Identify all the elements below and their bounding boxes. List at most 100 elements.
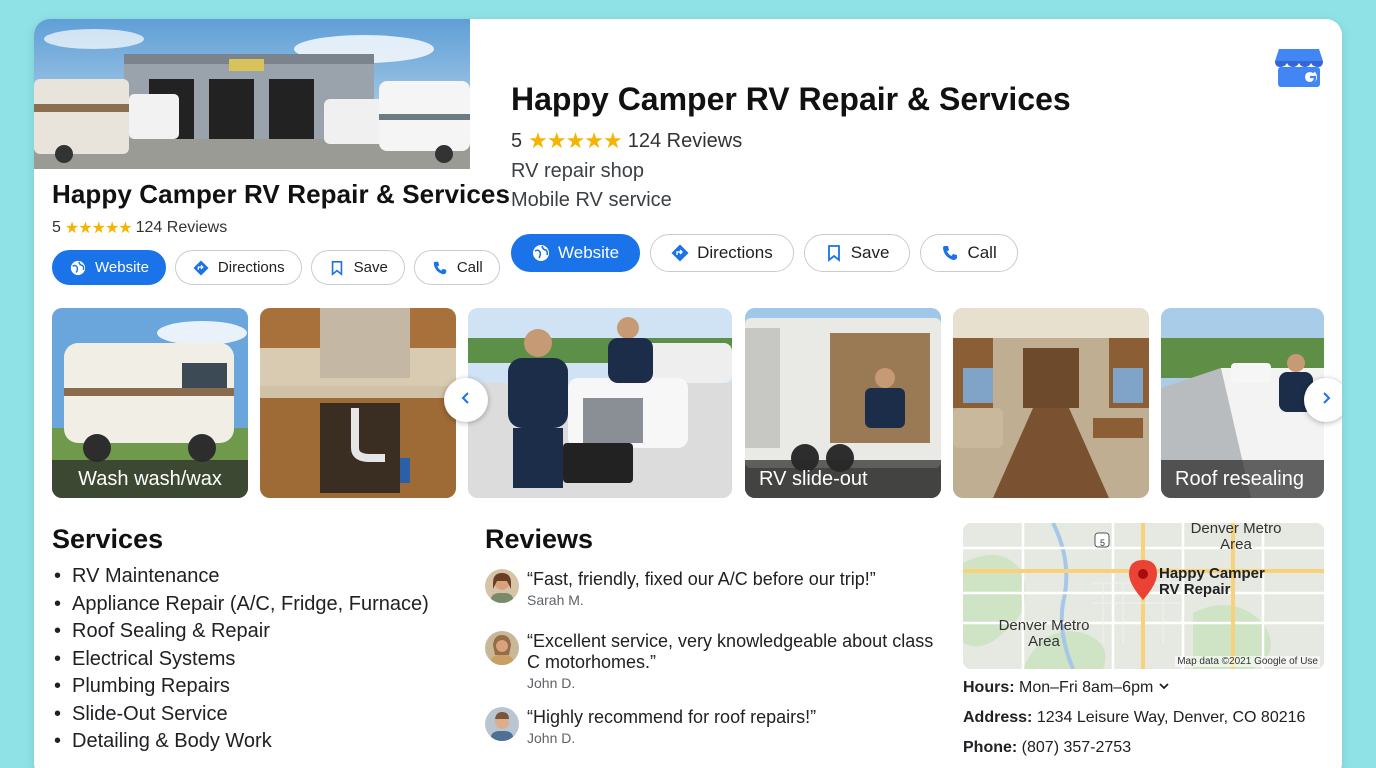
review-item[interactable]: “Excellent service, very knowledgeable a… [485, 631, 945, 691]
business-category: RV repair shop [511, 160, 645, 182]
hours-value: Mon–Fri 8am–6pm [1019, 679, 1154, 697]
review-author: John D. [527, 730, 576, 746]
rating-row: 5 ★★★★★ 124 Reviews [511, 128, 1271, 154]
review-count-link[interactable]: 124 Reviews [136, 219, 228, 237]
review-body: “Highly recommend for roof repairs!” Joh… [527, 707, 816, 746]
map-pin-icon[interactable] [1129, 560, 1157, 600]
rating-row-compact: 5 ★★★★★ 124 Reviews [52, 218, 472, 238]
phone-row: Phone: (807) 357-2753 [963, 739, 1333, 757]
google-business-icon [1274, 45, 1324, 89]
service-item: Slide-Out Service [52, 701, 472, 729]
address-label: Address: [963, 709, 1033, 726]
review-body: “Fast, friendly, fixed our A/C before ou… [527, 569, 876, 608]
directions-button[interactable]: Directions [174, 250, 302, 285]
business-profile-card: Happy Camper RV Repair & Services 5 ★★★★… [34, 19, 1342, 768]
directions-button[interactable]: Directions [650, 234, 794, 272]
review-body: “Excellent service, very knowledgeable a… [527, 631, 945, 691]
bookmark-icon [825, 244, 843, 262]
action-buttons-compact: Website Directions Save Call [52, 250, 500, 285]
review-text: “Fast, friendly, fixed our A/C before ou… [527, 569, 876, 589]
review-item[interactable]: “Highly recommend for roof repairs!” Joh… [485, 707, 945, 746]
call-button[interactable]: Call [413, 250, 500, 285]
review-author: Sarah M. [527, 592, 584, 608]
call-button[interactable]: Call [920, 234, 1018, 272]
review-text: “Excellent service, very knowledgeable a… [527, 631, 934, 672]
website-button-label: Website [558, 243, 620, 262]
services-heading: Services [52, 524, 164, 554]
chevron-left-icon [458, 389, 474, 412]
directions-icon [671, 244, 689, 262]
business-name-compact: Happy Camper RV Repair & Services [52, 179, 511, 209]
phone-icon [941, 244, 959, 262]
photo-carousel: Wash wash/wax RV slide-out Roof resealin… [52, 308, 1342, 498]
photo-rv-slide-out[interactable]: RV slide-out [745, 308, 941, 498]
phone-label: Phone: [963, 739, 1018, 756]
photo-caption: Roof resealing [1161, 460, 1324, 498]
photo-ac-repair[interactable] [468, 308, 732, 498]
hours-row[interactable]: Hours: Mon–Fri 8am–6pm [963, 679, 1333, 697]
services-section: Services RV Maintenance Appliance Repair… [52, 524, 472, 756]
address-value[interactable]: 1234 Leisure Way, Denver, CO 80216 [1037, 709, 1306, 726]
service-item: Detailing & Body Work [52, 728, 472, 756]
rating-value: 5 [52, 219, 61, 236]
address-row: Address: 1234 Leisure Way, Denver, CO 80… [963, 709, 1333, 727]
save-button[interactable]: Save [310, 250, 405, 285]
chevron-right-icon [1318, 389, 1334, 412]
location-map[interactable]: 5 Denver Metro Area Denver Metro Area Ha… [963, 523, 1324, 669]
reviews-heading: Reviews [485, 524, 594, 554]
photo-caption: Wash wash/wax [52, 460, 248, 498]
review-text: “Highly recommend for roof repairs!” [527, 707, 817, 727]
save-button[interactable]: Save [803, 234, 911, 272]
avatar [485, 707, 519, 741]
bookmark-icon [328, 259, 346, 277]
photo-rv-wash[interactable]: Wash wash/wax [52, 308, 248, 498]
star-rating-icon: ★★★★★ [64, 220, 133, 237]
business-name: Happy Camper RV Repair & Services [511, 81, 1071, 117]
photo-kitchen-plumbing[interactable] [260, 308, 456, 498]
review-count-link[interactable]: 124 Reviews [628, 130, 743, 153]
avatar [485, 569, 519, 603]
service-item: Roof Sealing & Repair [52, 618, 472, 646]
call-button-label: Call [456, 259, 483, 276]
star-rating-icon: ★★★★★ [528, 128, 623, 153]
rating-value: 5 [511, 129, 523, 152]
map-area-label: Denver Metro Area [1190, 523, 1282, 553]
website-button[interactable]: Website [52, 250, 166, 285]
globe-icon [532, 244, 550, 262]
service-item: Plumbing Repairs [52, 673, 472, 701]
avatar [485, 631, 519, 665]
compact-header: Happy Camper RV Repair & Services 5 ★★★★… [52, 179, 511, 238]
photo-roof-resealing[interactable]: Roof resealing [1161, 308, 1324, 498]
chevron-down-icon[interactable] [1158, 679, 1170, 697]
website-button-label: Website [95, 259, 149, 276]
road-shield-label: 5 [1100, 538, 1106, 548]
photo-caption: RV slide-out [745, 460, 941, 498]
map-area-label: Denver Metro Area [998, 617, 1090, 650]
business-hero-photo[interactable] [34, 19, 470, 169]
carousel-next-button[interactable] [1304, 378, 1342, 422]
map-credit: Map data ©2021 Google of Use [1175, 656, 1320, 667]
save-button-label: Save [353, 259, 388, 276]
directions-button-label: Directions [217, 259, 285, 276]
review-item[interactable]: “Fast, friendly, fixed our A/C before ou… [485, 569, 945, 608]
action-buttons: Website Directions Save Call [511, 234, 1018, 272]
service-item: Electrical Systems [52, 646, 472, 674]
globe-icon [69, 259, 87, 277]
business-category: Mobile RV service [511, 189, 672, 211]
main-header: Happy Camper RV Repair & Services 5 ★★★★… [511, 81, 1271, 212]
review-author: John D. [527, 675, 576, 691]
reviews-section: Reviews “Fast, friendly, fixed our A/C b… [485, 524, 945, 746]
directions-button-label: Directions [697, 243, 773, 262]
website-button[interactable]: Website [511, 234, 641, 272]
photo-rv-interior[interactable] [953, 308, 1149, 498]
services-list: RV Maintenance Appliance Repair (A/C, Fr… [52, 563, 472, 756]
hours-label: Hours: [963, 679, 1015, 697]
save-button-label: Save [850, 243, 890, 262]
phone-icon [431, 259, 449, 277]
service-item: RV Maintenance [52, 563, 472, 591]
directions-icon [192, 259, 210, 277]
map-pin-label: Happy Camper RV Repair [1159, 565, 1265, 598]
service-item: Appliance Repair (A/C, Fridge, Furnace) [52, 591, 472, 619]
carousel-prev-button[interactable] [444, 378, 488, 422]
phone-value[interactable]: (807) 357-2753 [1022, 739, 1131, 756]
